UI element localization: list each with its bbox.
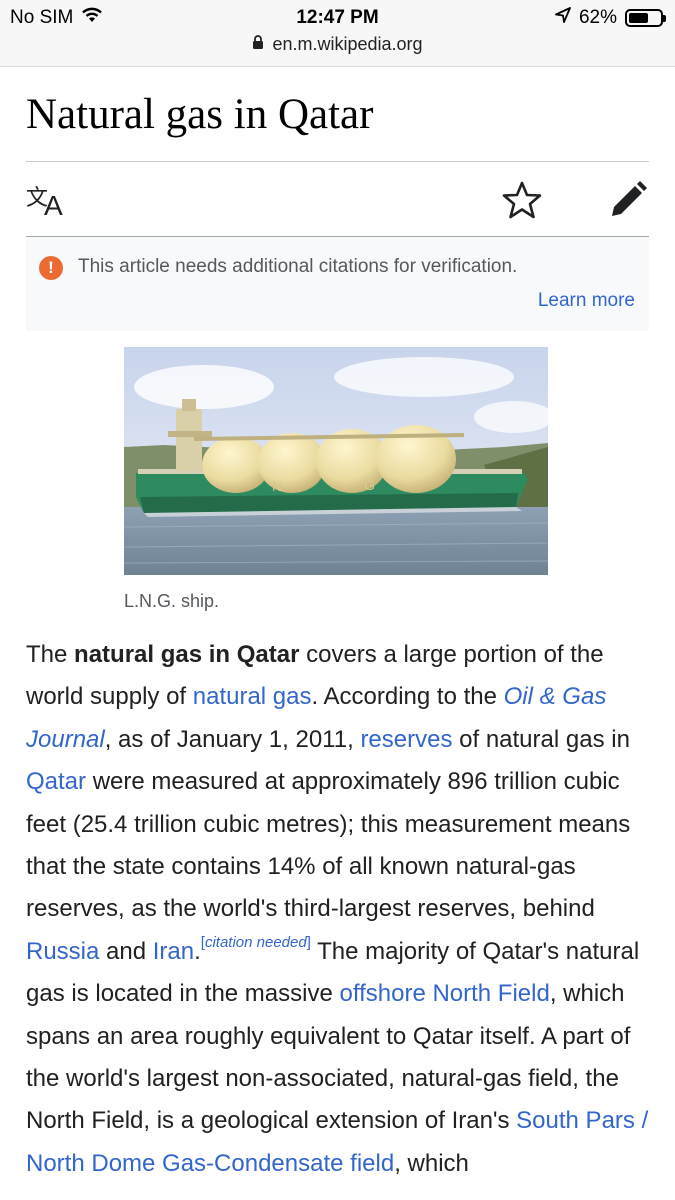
- image-caption: L.N.G. ship.: [124, 591, 220, 611]
- status-bar: No SIM 12:47 PM 62% en.m.wikipedia.org: [0, 0, 675, 67]
- bold-subject: natural gas in Qatar: [74, 641, 300, 668]
- text: .: [194, 937, 201, 965]
- title-divider: [26, 161, 649, 162]
- star-icon[interactable]: [500, 178, 544, 222]
- text: . According to the: [311, 683, 504, 711]
- battery-icon: [625, 9, 666, 27]
- link-russia[interactable]: Russia: [26, 938, 99, 965]
- link-iran[interactable]: Iran: [153, 938, 194, 965]
- url-text: en.m.wikipedia.org: [272, 34, 423, 54]
- language-icon[interactable]: 文 A: [26, 178, 70, 222]
- link-qatar[interactable]: Qatar: [26, 768, 86, 795]
- text: were measured at approximately 896 trill…: [26, 768, 631, 923]
- address-bar[interactable]: en.m.wikipedia.org: [0, 34, 675, 55]
- status-right: 62%: [555, 7, 666, 29]
- lng-ship-image[interactable]: N G: [124, 347, 548, 575]
- svg-text:G: G: [364, 477, 375, 493]
- citation-needed[interactable]: [citation needed]: [201, 934, 311, 951]
- link-offshore-north-field[interactable]: offshore North Field: [340, 980, 550, 1007]
- location-arrow-icon: [555, 7, 571, 29]
- svg-text:N: N: [272, 478, 282, 494]
- text: The: [26, 641, 75, 668]
- text: , which: [394, 1149, 469, 1177]
- link-natural-gas[interactable]: natural gas: [193, 683, 312, 710]
- text: of natural gas in: [452, 725, 630, 753]
- citation-notice: ! This article needs additional citation…: [26, 237, 649, 331]
- notice-text: This article needs additional citations …: [78, 256, 518, 277]
- citation-needed-label[interactable]: citation needed: [205, 934, 307, 951]
- article-paragraph: The natural gas in Qatar covers a large …: [26, 634, 656, 1185]
- battery-percent: 62%: [578, 7, 617, 28]
- warning-icon: !: [39, 256, 63, 280]
- article-body: The natural gas in Qatar covers a large …: [26, 634, 656, 1185]
- page-actions-toolbar: 文 A: [26, 168, 649, 234]
- link-reserves[interactable]: reserves: [360, 726, 452, 753]
- svg-text:A: A: [44, 190, 63, 219]
- learn-more-link[interactable]: Learn more: [538, 290, 635, 312]
- text: and: [99, 937, 153, 965]
- lock-icon: [252, 34, 264, 55]
- text: , as of January 1, 2011,: [104, 725, 361, 753]
- page-title: Natural gas in Qatar: [26, 91, 374, 138]
- edit-pencil-icon[interactable]: [606, 178, 650, 222]
